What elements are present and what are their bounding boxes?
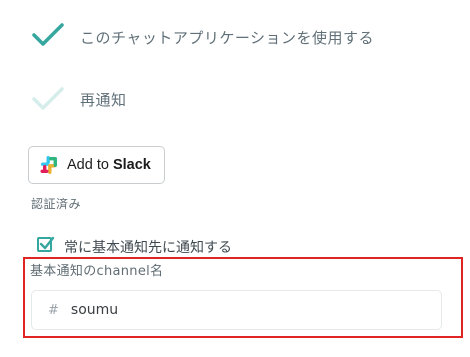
- channel-name-value: soumu: [70, 302, 119, 318]
- checkmark-icon: [39, 236, 55, 250]
- use-app-check-icon[interactable]: [30, 20, 66, 50]
- renotify-label: 再通知: [80, 91, 127, 109]
- renotify-check-icon[interactable]: [30, 84, 66, 114]
- use-app-label: このチャットアプリケーションを使用する: [80, 29, 375, 47]
- add-to-slack-button[interactable]: Add to Slack: [28, 146, 165, 184]
- slack-logo-icon: [40, 156, 57, 174]
- channel-name-input[interactable]: # soumu: [31, 290, 442, 330]
- hash-icon: #: [48, 302, 59, 318]
- auth-status: 認証済み: [31, 197, 82, 211]
- always-notify-label: 常に基本通知先に通知する: [64, 240, 232, 256]
- add-to-slack-label: Add to Slack: [67, 157, 151, 173]
- always-notify-checkbox[interactable]: [37, 236, 55, 252]
- channel-name-label: 基本通知のchannel名: [30, 264, 164, 279]
